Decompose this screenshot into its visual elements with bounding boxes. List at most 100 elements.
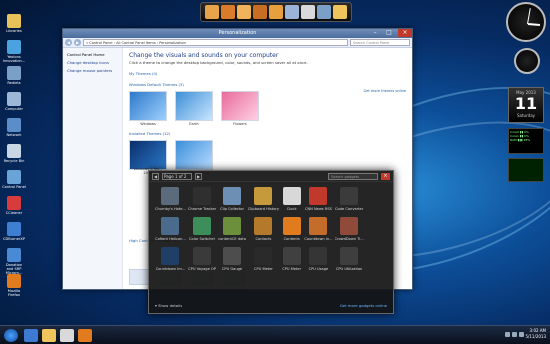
taskbar-app-icon[interactable] [24,329,38,342]
desktop-icon-glyph [7,66,21,80]
gadget-item[interactable]: contentCE data [218,217,246,241]
clock[interactable]: 3:02 AM 5/11/2013 [525,328,546,340]
network-icon[interactable] [505,332,510,337]
desktop-icon[interactable]: Yeolons Innovation... [2,40,26,63]
gadget-item[interactable]: CPU Meter [248,247,279,271]
search-input[interactable]: Search Control Panel [350,39,410,46]
desktop-background-button[interactable] [129,269,149,285]
gadget-item[interactable]: Contacts [248,217,279,241]
dock-item-icon[interactable] [205,5,219,19]
dock-item-icon[interactable] [285,5,299,19]
theme-thumbnail[interactable]: Earth [175,91,213,126]
desktop-icon[interactable]: CCleaner [2,196,26,215]
desktop-icon[interactable]: Rediets [2,66,26,85]
gadget-label: contentCE data [218,237,246,241]
theme-thumbnail[interactable]: Flowers [221,91,259,126]
desktop-icon[interactable]: Mozilla Firefox [2,274,26,297]
dock-item-icon[interactable] [221,5,235,19]
desktop-icon[interactable]: Computer [2,92,26,111]
gadget-item[interactable]: CPU Meter [281,247,302,271]
desktop-icon[interactable]: Donation and SRP Microm... [2,248,26,275]
gadget-item[interactable]: CPU Usage [304,247,332,271]
back-icon[interactable]: ◀ [65,39,72,46]
gadget-item[interactable]: Color Switcher [188,217,216,241]
gadget-item[interactable]: Clipboard History [248,187,279,211]
taskbar-app-icon[interactable] [78,329,92,342]
link-control-panel-home[interactable]: Control Panel Home [67,52,118,57]
gadget-item[interactable]: Clock [281,187,302,211]
installed-themes-list: Windows 8 Rel... 2014Aero 7 Squared (2) [129,140,408,175]
dock-item-icon[interactable] [237,5,251,19]
gadget-label: Clipboard History [247,207,280,211]
get-themes-online-link[interactable]: Get more themes online [364,89,406,93]
my-themes-header[interactable]: My Themes (0) [129,71,408,76]
forward-icon[interactable]: ▶ [74,39,81,46]
dock-item-icon[interactable] [253,5,267,19]
gadget-label: CPU Utilization [335,267,363,271]
theme-thumbnail[interactable]: Aero 7 Squared (2) [175,140,213,175]
gadget-item[interactable]: Chumby's Hote... [155,187,186,211]
flag-icon[interactable] [519,332,524,337]
gadget-item[interactable]: CPU Voyage OP [188,247,216,271]
taskbar-app-icon[interactable] [60,329,74,342]
title-bar[interactable]: Personalization – □ × [63,29,412,38]
gadget-icon [254,187,273,205]
clock-gadget-small[interactable] [514,48,540,74]
clock-gadget[interactable] [506,2,546,42]
gadget-label: CPU Meter [254,267,273,271]
gadget-item[interactable]: CrowdDown Ti... [335,217,364,241]
gadget-icon [223,247,242,265]
dock-item-icon[interactable] [333,5,347,19]
gadget-item[interactable]: Countdown Im... [155,247,186,271]
dock-item-icon[interactable] [317,5,331,19]
start-button[interactable] [4,329,18,342]
desktop-icon[interactable]: Network [2,118,26,137]
gadget-item[interactable]: Clip Collector [218,187,246,211]
dock-item-icon[interactable] [269,5,283,19]
gadget-label: Cofiant Helicon... [155,237,186,241]
calendar-gadget[interactable]: May 2013 11 Saturday [508,87,544,123]
link-change-desktop-icons[interactable]: Change desktop icons [67,60,118,65]
gadget-item[interactable]: CPU Gauge [218,247,246,271]
gadget-label: Clip Collector [220,207,244,211]
minimize-button[interactable]: – [368,29,382,37]
gadget-item[interactable]: Cofiant Helicon... [155,217,186,241]
close-button[interactable]: × [398,29,412,37]
gadget-item[interactable]: Chrome Tracker [188,187,216,211]
system-tray [505,332,524,337]
cpu-meter-gadget[interactable]: Core0 ▮▮ 0% Core1 ▮▮ 0% RAM ▮▮▮ 28% [508,128,544,154]
desktop-icon-glyph [7,170,21,184]
gadget-label: CPU Usage [308,267,329,271]
taskbar-app-icon[interactable] [42,329,56,342]
gadget-icon [193,247,212,265]
desktop-icon[interactable]: Libraries [2,14,26,33]
gadget-item[interactable]: CPU Utilization [335,247,364,271]
gadget-item[interactable]: Code Converter [335,187,364,211]
address-bar[interactable]: « Control Panel › All Control Panel Item… [83,39,348,46]
prev-page-icon[interactable]: ◀ [152,172,159,180]
volume-icon[interactable] [512,332,517,337]
default-themes-header[interactable]: Windows Default Themes (3) [129,82,408,87]
clock-hour-hand [527,23,541,27]
gadget-search-input[interactable]: Search gadgets [328,172,378,180]
gadget-item[interactable]: Contents [281,217,302,241]
show-details-toggle[interactable]: ▾ Show details [155,303,182,308]
network-meter-gadget[interactable] [508,158,544,182]
desktop-icon[interactable]: Recycle Bin [2,144,26,163]
desktop-icon[interactable]: CDBurnerXP [2,222,26,241]
gadget-item[interactable]: CNN News RSS [304,187,332,211]
desktop-gadgets: May 2013 11 Saturday Core0 ▮▮ 0% Core1 ▮… [500,0,550,325]
installed-themes-header[interactable]: Installed Themes (12) [129,131,408,136]
desktop-icon[interactable]: Control Panel [2,170,26,189]
theme-thumbnail[interactable]: Windows 8 Rel... 2014 [129,140,167,175]
dock-item-icon[interactable] [301,5,315,19]
desktop-icon-label: Network [6,133,22,137]
maximize-button[interactable]: □ [382,29,396,37]
next-page-icon[interactable]: ▶ [195,172,202,180]
get-more-gadgets-link[interactable]: Get more gadgets online [340,303,387,308]
address-row: ◀ ▶ « Control Panel › All Control Panel … [63,38,412,48]
gadget-item[interactable]: Countdown in... [304,217,333,241]
theme-thumbnail[interactable]: Windows [129,91,167,126]
link-change-mouse-pointers[interactable]: Change mouse pointers [67,68,118,73]
close-button[interactable]: × [381,172,390,180]
